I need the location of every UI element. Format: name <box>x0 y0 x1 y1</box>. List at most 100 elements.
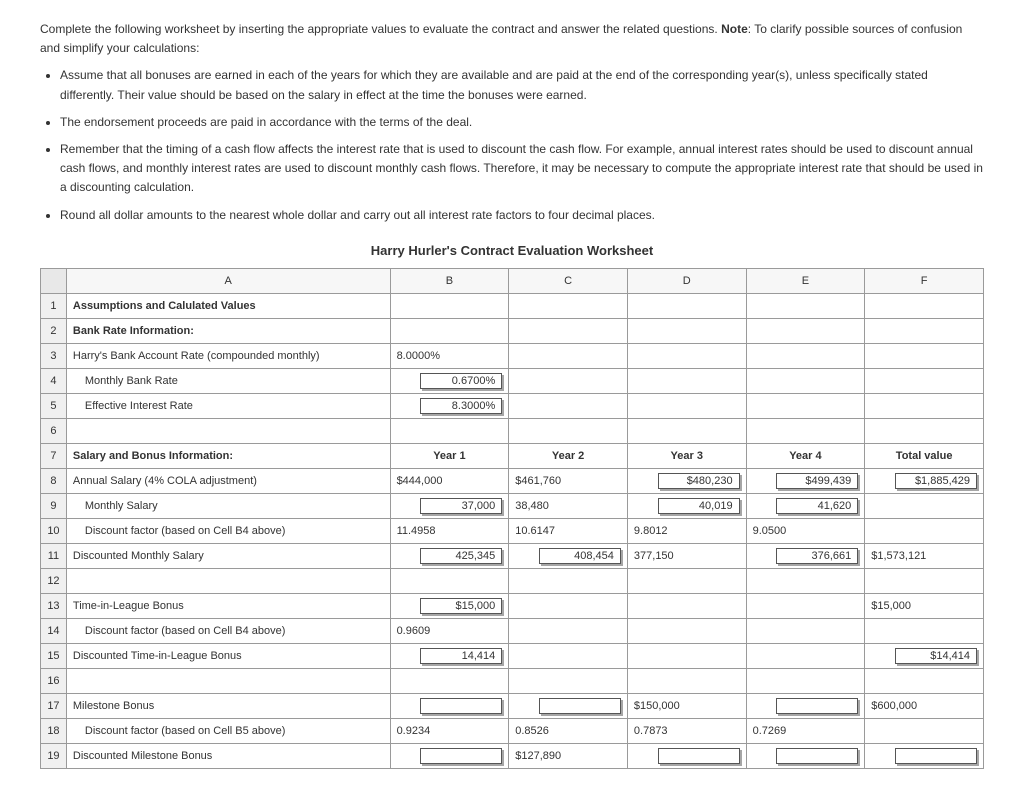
cell-a: Discount factor (based on Cell B4 above) <box>66 618 390 643</box>
cell-c[interactable] <box>509 693 628 718</box>
cell-a: Milestone Bonus <box>66 693 390 718</box>
row-number: 12 <box>41 568 67 593</box>
table-row: 18 Discount factor (based on Cell B5 abo… <box>41 718 984 743</box>
table-row: 19 Discounted Milestone Bonus $127,890 <box>41 743 984 768</box>
cell-a <box>66 668 390 693</box>
cell-b[interactable]: $15,000 <box>390 593 509 618</box>
cell-f: $1,573,121 <box>865 543 984 568</box>
cell-a: Monthly Salary <box>66 493 390 518</box>
cell-b[interactable]: 8.3000% <box>390 393 509 418</box>
cell-d: 0.7873 <box>627 718 746 743</box>
input-box[interactable]: $480,230 <box>658 473 740 489</box>
cell-f[interactable]: $14,414 <box>865 643 984 668</box>
cell-b: 0.9609 <box>390 618 509 643</box>
intro-note-label: Note <box>721 22 748 36</box>
input-box[interactable]: $14,414 <box>895 648 977 664</box>
cell-b[interactable] <box>390 743 509 768</box>
cell-a: Discounted Time-in-League Bonus <box>66 643 390 668</box>
cell-e[interactable]: 376,661 <box>746 543 865 568</box>
cell-e: Year 4 <box>746 443 865 468</box>
cell-d: Year 3 <box>627 443 746 468</box>
cell-a: Effective Interest Rate <box>66 393 390 418</box>
cell-b: 11.4958 <box>390 518 509 543</box>
input-box[interactable]: 40,019 <box>658 498 740 514</box>
input-box[interactable]: 14,414 <box>420 648 502 664</box>
input-box[interactable]: 8.3000% <box>420 398 502 414</box>
cell-c: Year 2 <box>509 443 628 468</box>
input-box[interactable] <box>658 748 740 764</box>
cell-b[interactable]: 425,345 <box>390 543 509 568</box>
cell-d: 9.8012 <box>627 518 746 543</box>
intro-bullet: Assume that all bonuses are earned in ea… <box>60 66 984 104</box>
col-header-b: B <box>390 268 509 293</box>
cell-e[interactable]: $499,439 <box>746 468 865 493</box>
input-box[interactable]: 0.6700% <box>420 373 502 389</box>
col-header-a: A <box>66 268 390 293</box>
cell-a: Discounted Monthly Salary <box>66 543 390 568</box>
cell-f: $15,000 <box>865 593 984 618</box>
row-number: 5 <box>41 393 67 418</box>
table-row: 7 Salary and Bonus Information: Year 1 Y… <box>41 443 984 468</box>
intro-bullet-list: Assume that all bonuses are earned in ea… <box>60 66 984 224</box>
table-row: 10 Discount factor (based on Cell B4 abo… <box>41 518 984 543</box>
cell-d[interactable]: 40,019 <box>627 493 746 518</box>
input-box[interactable] <box>420 748 502 764</box>
input-box[interactable]: 408,454 <box>539 548 621 564</box>
intro-bullet: Round all dollar amounts to the nearest … <box>60 206 984 225</box>
input-box[interactable]: 41,620 <box>776 498 858 514</box>
cell-c: 0.8526 <box>509 718 628 743</box>
row-number: 8 <box>41 468 67 493</box>
row-number: 11 <box>41 543 67 568</box>
worksheet-title: Harry Hurler's Contract Evaluation Works… <box>40 243 984 258</box>
table-row: 8 Annual Salary (4% COLA adjustment) $44… <box>41 468 984 493</box>
input-box[interactable] <box>776 698 858 714</box>
row-number: 16 <box>41 668 67 693</box>
cell-c: $461,760 <box>509 468 628 493</box>
cell-c[interactable]: 408,454 <box>509 543 628 568</box>
table-row: 13 Time-in-League Bonus $15,000 $15,000 <box>41 593 984 618</box>
cell-a <box>66 418 390 443</box>
input-box[interactable]: $15,000 <box>420 598 502 614</box>
cell-d[interactable]: $480,230 <box>627 468 746 493</box>
table-row: 17 Milestone Bonus $150,000 $600,000 <box>41 693 984 718</box>
input-box[interactable]: 376,661 <box>776 548 858 564</box>
cell-f[interactable] <box>865 743 984 768</box>
cell-b[interactable]: 14,414 <box>390 643 509 668</box>
table-row: 9 Monthly Salary 37,000 38,480 40,019 41… <box>41 493 984 518</box>
cell-b[interactable]: 37,000 <box>390 493 509 518</box>
cell-e: 9.0500 <box>746 518 865 543</box>
input-box[interactable]: 425,345 <box>420 548 502 564</box>
input-box[interactable]: $1,885,429 <box>895 473 977 489</box>
cell-a: Salary and Bonus Information: <box>66 443 390 468</box>
row-number: 19 <box>41 743 67 768</box>
input-box[interactable] <box>420 698 502 714</box>
cell-a: Bank Rate Information: <box>66 318 390 343</box>
intro-lead: Complete the following worksheet by inse… <box>40 22 721 36</box>
cell-b[interactable] <box>390 693 509 718</box>
input-box[interactable] <box>895 748 977 764</box>
cell-c: $127,890 <box>509 743 628 768</box>
cell-d[interactable] <box>627 743 746 768</box>
table-row: 16 <box>41 668 984 693</box>
intro-paragraph: Complete the following worksheet by inse… <box>40 20 984 58</box>
row-number: 6 <box>41 418 67 443</box>
cell-a: Time-in-League Bonus <box>66 593 390 618</box>
cell-e[interactable] <box>746 693 865 718</box>
input-box[interactable] <box>539 698 621 714</box>
table-row: 2 Bank Rate Information: <box>41 318 984 343</box>
cell-a: Monthly Bank Rate <box>66 368 390 393</box>
input-box[interactable]: $499,439 <box>776 473 858 489</box>
cell-f[interactable]: $1,885,429 <box>865 468 984 493</box>
cell-b[interactable]: 0.6700% <box>390 368 509 393</box>
input-box[interactable] <box>776 748 858 764</box>
cell-a <box>66 568 390 593</box>
cell-b: 0.9234 <box>390 718 509 743</box>
table-row: 1 Assumptions and Calulated Values <box>41 293 984 318</box>
table-row: 5 Effective Interest Rate 8.3000% <box>41 393 984 418</box>
col-header-c: C <box>509 268 628 293</box>
cell-e[interactable]: 41,620 <box>746 493 865 518</box>
row-number: 9 <box>41 493 67 518</box>
row-number: 1 <box>41 293 67 318</box>
cell-e[interactable] <box>746 743 865 768</box>
input-box[interactable]: 37,000 <box>420 498 502 514</box>
